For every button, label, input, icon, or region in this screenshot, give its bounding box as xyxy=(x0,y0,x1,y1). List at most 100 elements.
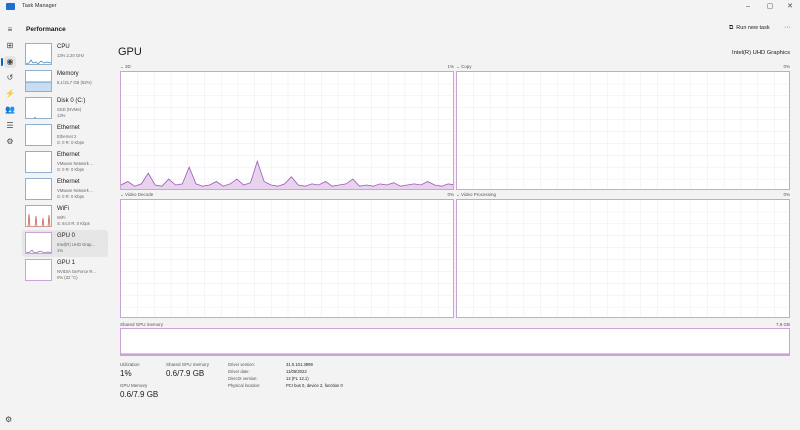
device-item-ethernet[interactable]: Ethernet VMware Network ... S: 0 R: 0 Kb… xyxy=(22,149,108,176)
ethernet-thumbnail-graph xyxy=(25,151,52,173)
maximize-button[interactable]: ▢ xyxy=(762,1,778,12)
device-detail: VMware Network ... xyxy=(57,188,94,193)
device-detail: SSD (NVMe) xyxy=(57,107,82,112)
device-name: Ethernet xyxy=(57,152,80,158)
hamburger-menu-icon[interactable]: ≡ xyxy=(4,24,16,36)
gpu-1-thumbnail-graph xyxy=(25,259,52,281)
graph-grid xyxy=(121,200,453,317)
services-icon[interactable]: ⚙ xyxy=(4,136,16,148)
engine-3d-label[interactable]: ⌄ 3D xyxy=(120,64,131,70)
directx-version-value: 12 (FL 12.1) xyxy=(286,376,309,381)
engine-video-processing-percent: 0% xyxy=(783,192,790,197)
device-detail: 13% 2,20 GHz xyxy=(57,53,85,58)
device-detail: S: 64.0 R: 0 Kbps xyxy=(57,221,90,226)
close-button[interactable]: ✕ xyxy=(782,1,798,12)
device-item-cpu[interactable]: CPU 13% 2,20 GHz xyxy=(22,41,108,68)
navigation-rail: ≡ ⊞ ◉ ↺ ⚡ 👥 ☰ ⚙ xyxy=(0,14,20,430)
device-detail: S: 0 R: 0 Kbps xyxy=(57,194,84,199)
engine-copy-label[interactable]: ⌄ Copy xyxy=(456,64,472,70)
device-name: GPU 1 xyxy=(57,260,76,266)
device-detail: 1% xyxy=(57,248,64,253)
gpu-0-thumbnail-graph xyxy=(25,232,52,254)
disk-thumbnail-graph xyxy=(25,97,52,119)
device-detail: 0% (32 °C) xyxy=(57,275,78,280)
device-item-disk-0[interactable]: Disk 0 (C:) SSD (NVMe) 13% xyxy=(22,95,108,122)
cpu-thumbnail-graph xyxy=(25,43,52,65)
more-options-icon[interactable]: ··· xyxy=(784,24,791,31)
device-detail: 8,1/15,7 GB (52%) xyxy=(57,80,92,85)
directx-version-label: DirectX version: xyxy=(228,376,258,381)
engine-3d-percent: 1% xyxy=(447,64,454,69)
active-page-indicator xyxy=(1,58,3,66)
engine-3d-usage-chart xyxy=(121,72,453,189)
memory-thumbnail-graph xyxy=(25,70,52,92)
run-new-task-button[interactable]: ⧉ Run new task xyxy=(729,25,770,35)
shared-memory-graph xyxy=(120,328,790,356)
physical-location-label: Physical location: xyxy=(228,383,261,388)
device-name: GPU 0 xyxy=(57,233,76,239)
gpu-memory-label: GPU Memory xyxy=(120,383,148,388)
driver-version-value: 31.0.101.3999 xyxy=(286,362,313,367)
engine-video-processing-graph xyxy=(456,199,790,318)
graph-grid xyxy=(457,200,789,317)
engine-copy-graph xyxy=(456,71,790,190)
device-detail: VMware Network ... xyxy=(57,161,94,166)
gpu-adapter-name: Intel(R) UHD Graphics xyxy=(732,50,790,56)
engine-3d-graph xyxy=(120,71,454,190)
task-manager-app-icon xyxy=(6,3,15,10)
utilization-value: 1% xyxy=(120,369,132,378)
minimize-button[interactable]: – xyxy=(740,1,756,12)
users-icon[interactable]: 👥 xyxy=(4,104,16,116)
startup-apps-icon[interactable]: ⚡ xyxy=(4,88,16,100)
driver-version-label: Driver version: xyxy=(228,362,255,367)
processes-icon[interactable]: ⊞ xyxy=(4,40,16,52)
device-detail: 13% xyxy=(57,113,66,118)
engine-video-decode-graph xyxy=(120,199,454,318)
shared-memory-usage-chart xyxy=(121,353,789,355)
ethernet-thumbnail-graph xyxy=(25,178,52,200)
device-detail: WiFi xyxy=(57,215,66,220)
title-bar: Task Manager – ▢ ✕ xyxy=(0,0,800,14)
gpu-memory-value: 0.6/7.9 GB xyxy=(120,390,159,399)
window-title: Task Manager xyxy=(22,3,57,9)
device-item-memory[interactable]: Memory 8,1/15,7 GB (52%) xyxy=(22,68,108,95)
device-detail: Intel(R) UHD Grap... xyxy=(57,242,95,247)
settings-gear-icon[interactable]: ⚙ xyxy=(5,415,12,424)
graph-grid xyxy=(457,72,789,189)
run-new-task-label: Run new task xyxy=(736,25,770,31)
engine-copy-percent: 0% xyxy=(783,64,790,69)
device-item-ethernet[interactable]: Ethernet VMware Network ... S: 0 R: 0 Kb… xyxy=(22,176,108,203)
utilization-label: Utilization xyxy=(120,362,140,367)
engine-video-processing-label[interactable]: ⌄ Video Processing xyxy=(456,192,496,198)
device-item-ethernet[interactable]: Ethernet Ethernet 2 S: 0 R: 0 Kbps xyxy=(22,122,108,149)
shared-gpu-memory-value: 0.6/7.9 GB xyxy=(166,369,205,378)
page-title: Performance xyxy=(26,26,66,33)
driver-date-label: Driver date: xyxy=(228,369,250,374)
ethernet-thumbnail-graph xyxy=(25,124,52,146)
device-name: Memory xyxy=(57,71,79,77)
wifi-thumbnail-graph xyxy=(25,205,52,227)
device-detail: S: 0 R: 0 Kbps xyxy=(57,167,84,172)
performance-icon[interactable]: ◉ xyxy=(4,56,16,68)
device-item-gpu-0[interactable]: GPU 0 Intel(R) UHD Grap... 1% xyxy=(22,230,108,257)
device-name: Ethernet xyxy=(57,125,80,131)
shared-gpu-memory-label: Shared GPU memory xyxy=(166,362,210,367)
device-name: CPU xyxy=(57,44,70,50)
shared-memory-max: 7,9 GB xyxy=(775,322,790,327)
device-name: Disk 0 (C:) xyxy=(57,98,86,104)
engine-video-decode-label[interactable]: ⌄ Video Decode xyxy=(120,192,153,198)
device-item-gpu-1[interactable]: GPU 1 NVIDIA GeForce R... 0% (32 °C) xyxy=(22,257,108,284)
device-detail: NVIDIA GeForce R... xyxy=(57,269,96,274)
engine-video-decode-percent: 0% xyxy=(447,192,454,197)
physical-location-value: PCI bus 0, device 2, function 0 xyxy=(286,383,343,388)
device-detail: Ethernet 2 xyxy=(57,134,77,139)
device-list: CPU 13% 2,20 GHz Memory 8,1/15,7 GB (52%… xyxy=(20,41,108,291)
gpu-title: GPU xyxy=(118,46,142,58)
device-name: Ethernet xyxy=(57,179,80,185)
device-item-wifi[interactable]: WiFi WiFi S: 64.0 R: 0 Kbps xyxy=(22,203,108,230)
driver-date-value: 11/05/2022 xyxy=(286,369,307,374)
shared-memory-label: Shared GPU memory xyxy=(120,322,164,327)
run-task-icon: ⧉ xyxy=(729,25,734,31)
app-history-icon[interactable]: ↺ xyxy=(4,72,16,84)
details-icon[interactable]: ☰ xyxy=(4,120,16,132)
